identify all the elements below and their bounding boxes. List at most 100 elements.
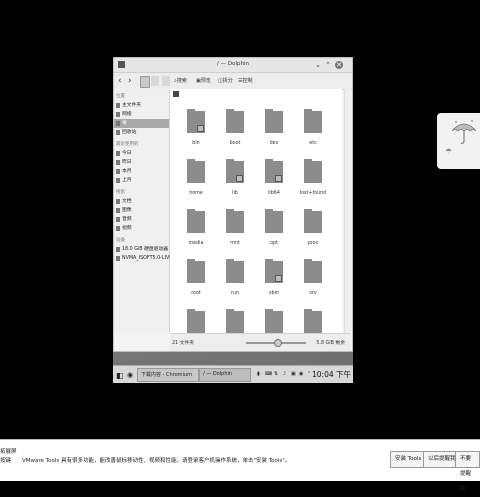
sidebar-item-this-month[interactable]: 本月 bbox=[114, 167, 169, 176]
sidebar-item-images[interactable]: 图像 bbox=[114, 206, 169, 215]
file-name: srv bbox=[309, 291, 317, 296]
search-button[interactable]: ⌕搜索 bbox=[174, 76, 187, 86]
folder-icon bbox=[187, 259, 205, 283]
sidebar-item-label: 回收站 bbox=[122, 130, 137, 135]
maximize-button[interactable]: ⌃ bbox=[324, 61, 332, 69]
forward-button[interactable]: › bbox=[128, 76, 132, 86]
file-item[interactable]: dev bbox=[256, 109, 296, 159]
scrollbar[interactable] bbox=[344, 89, 351, 333]
file-item[interactable]: mnt bbox=[217, 209, 257, 259]
sidebar-item-label: 本月 bbox=[122, 169, 132, 174]
sidebar-item-hard-drive[interactable]: 18.0 GiB 硬盘驱动器 bbox=[114, 245, 169, 254]
zoom-handle[interactable] bbox=[274, 339, 282, 347]
guest-desktop: 系统 / — Dolphin ⌄ ⌃ ✕ ‹ › ⌕搜索 ▣预览 ◫拆分 ☰控制… bbox=[113, 57, 353, 382]
task-label: / — Dolphin bbox=[203, 371, 233, 377]
file-name: lost+found bbox=[299, 191, 327, 196]
file-item[interactable]: proc bbox=[295, 209, 335, 259]
weather-small-icon: ☂ bbox=[445, 147, 453, 156]
folder-icon bbox=[304, 309, 322, 333]
folder-icon bbox=[304, 209, 322, 233]
folder-count: 21 文件夹 bbox=[172, 341, 195, 346]
places-panel: 位置 主文件夹 网络 根 回收站 最近使用的 今日 昨日 本月 上月 搜索 文档… bbox=[114, 89, 179, 333]
sidebar-item-trash[interactable]: 回收站 bbox=[114, 128, 169, 137]
weather-widget[interactable]: ☂ bbox=[437, 113, 480, 169]
sidebar-item-live-cd[interactable]: NVMA_ISOFT5.0-LIVECC bbox=[114, 254, 179, 263]
folder-icon bbox=[187, 209, 205, 233]
symlink-icon bbox=[275, 275, 282, 282]
tray-battery-icon[interactable]: ▮ bbox=[257, 371, 260, 377]
free-space: 5.8 GiB 剩余 bbox=[316, 341, 345, 346]
sidebar-item-label: 图像 bbox=[122, 208, 132, 213]
sidebar-item-documents[interactable]: 文档 bbox=[114, 197, 169, 206]
file-name: root bbox=[191, 291, 201, 296]
file-item[interactable]: home bbox=[178, 159, 218, 209]
sidebar-item-label: 上月 bbox=[122, 178, 132, 183]
image-icon bbox=[116, 208, 120, 213]
sidebar-item-home[interactable]: 主文件夹 bbox=[114, 101, 169, 110]
folder-icon bbox=[265, 259, 283, 283]
file-item[interactable]: lib64 bbox=[256, 159, 296, 209]
folder-icon bbox=[187, 309, 205, 333]
tray-clipboard-icon[interactable]: ▣ bbox=[291, 371, 296, 377]
folder-icon bbox=[265, 309, 283, 333]
breadcrumb[interactable] bbox=[173, 91, 179, 97]
file-item[interactable]: lib bbox=[217, 159, 257, 209]
sidebar-item-label: 音频 bbox=[122, 217, 132, 222]
task-dolphin[interactable]: / — Dolphin bbox=[199, 368, 251, 382]
search-heading: 搜索 bbox=[116, 190, 125, 195]
tray-network-icon[interactable]: ⇅ bbox=[274, 371, 278, 377]
file-item[interactable]: root bbox=[178, 259, 218, 309]
sidebar-item-root[interactable]: 根 bbox=[114, 119, 169, 128]
icons-view-button[interactable] bbox=[140, 76, 150, 88]
details-view-button[interactable] bbox=[162, 76, 170, 86]
sidebar-item-last-month[interactable]: 上月 bbox=[114, 176, 169, 185]
compact-view-button[interactable] bbox=[151, 76, 159, 86]
split-button[interactable]: ◫拆分 bbox=[218, 76, 233, 86]
folder-icon bbox=[226, 309, 244, 333]
sidebar-item-video[interactable]: 视频 bbox=[114, 224, 169, 233]
file-name: lib bbox=[232, 191, 238, 196]
file-item[interactable]: boot bbox=[217, 109, 257, 159]
file-view[interactable]: bin boot dev etc home lib lib64 lost+found media… bbox=[170, 89, 342, 333]
file-item[interactable]: lost+found bbox=[295, 159, 335, 209]
title-bar[interactable]: / — Dolphin ⌄ ⌃ ✕ bbox=[114, 58, 352, 73]
file-item[interactable]: etc bbox=[295, 109, 335, 159]
tray-volume-icon[interactable]: ♪ bbox=[283, 371, 286, 377]
install-tools-button[interactable]: 安装 Tools bbox=[390, 451, 427, 468]
back-button[interactable]: ‹ bbox=[118, 76, 122, 86]
tray-notification-icon[interactable]: ◉ bbox=[299, 371, 303, 377]
folder-icon bbox=[265, 159, 283, 183]
close-button[interactable]: ✕ bbox=[335, 61, 343, 69]
never-remind-button[interactable]: 不要提醒我 bbox=[455, 451, 480, 492]
symlink-icon bbox=[197, 125, 204, 132]
sidebar-item-network[interactable]: 网络 bbox=[114, 110, 169, 119]
file-item[interactable]: bin bbox=[178, 109, 218, 159]
file-item[interactable]: srv bbox=[295, 259, 335, 309]
trash-icon bbox=[116, 130, 120, 135]
video-icon bbox=[116, 226, 120, 231]
task-chromium[interactable]: 下载内容 - Chromium bbox=[137, 368, 199, 382]
file-name: boot bbox=[229, 141, 241, 146]
file-item[interactable]: run bbox=[217, 259, 257, 309]
calendar-icon bbox=[116, 160, 120, 165]
sidebar-item-today[interactable]: 今日 bbox=[114, 149, 169, 158]
preview-button[interactable]: ▣预览 bbox=[196, 76, 211, 86]
file-name: sbin bbox=[269, 291, 279, 296]
clock[interactable]: 10:04 下午 bbox=[312, 369, 351, 380]
tray-keyboard-icon[interactable]: ⌨ bbox=[265, 371, 272, 377]
control-menu-button[interactable]: ☰控制 bbox=[238, 76, 253, 86]
sidebar-item-yesterday[interactable]: 昨日 bbox=[114, 158, 169, 167]
app-launcher-icon[interactable]: ◧ bbox=[116, 371, 124, 380]
tray-expand-icon[interactable]: ⌃ bbox=[307, 371, 311, 377]
taskbar-browser-icon[interactable]: ◉ bbox=[127, 371, 133, 379]
file-name: dev bbox=[269, 141, 279, 146]
file-item[interactable]: opt bbox=[256, 209, 296, 259]
sidebar-item-audio[interactable]: 音频 bbox=[114, 215, 169, 224]
file-item[interactable]: sbin bbox=[256, 259, 296, 309]
file-name: etc bbox=[309, 141, 317, 146]
folder-icon bbox=[226, 109, 244, 133]
split-label: 拆分 bbox=[222, 78, 233, 84]
file-item[interactable]: media bbox=[178, 209, 218, 259]
minimize-button[interactable]: ⌄ bbox=[314, 61, 322, 69]
menu-label: 控制 bbox=[242, 78, 253, 84]
